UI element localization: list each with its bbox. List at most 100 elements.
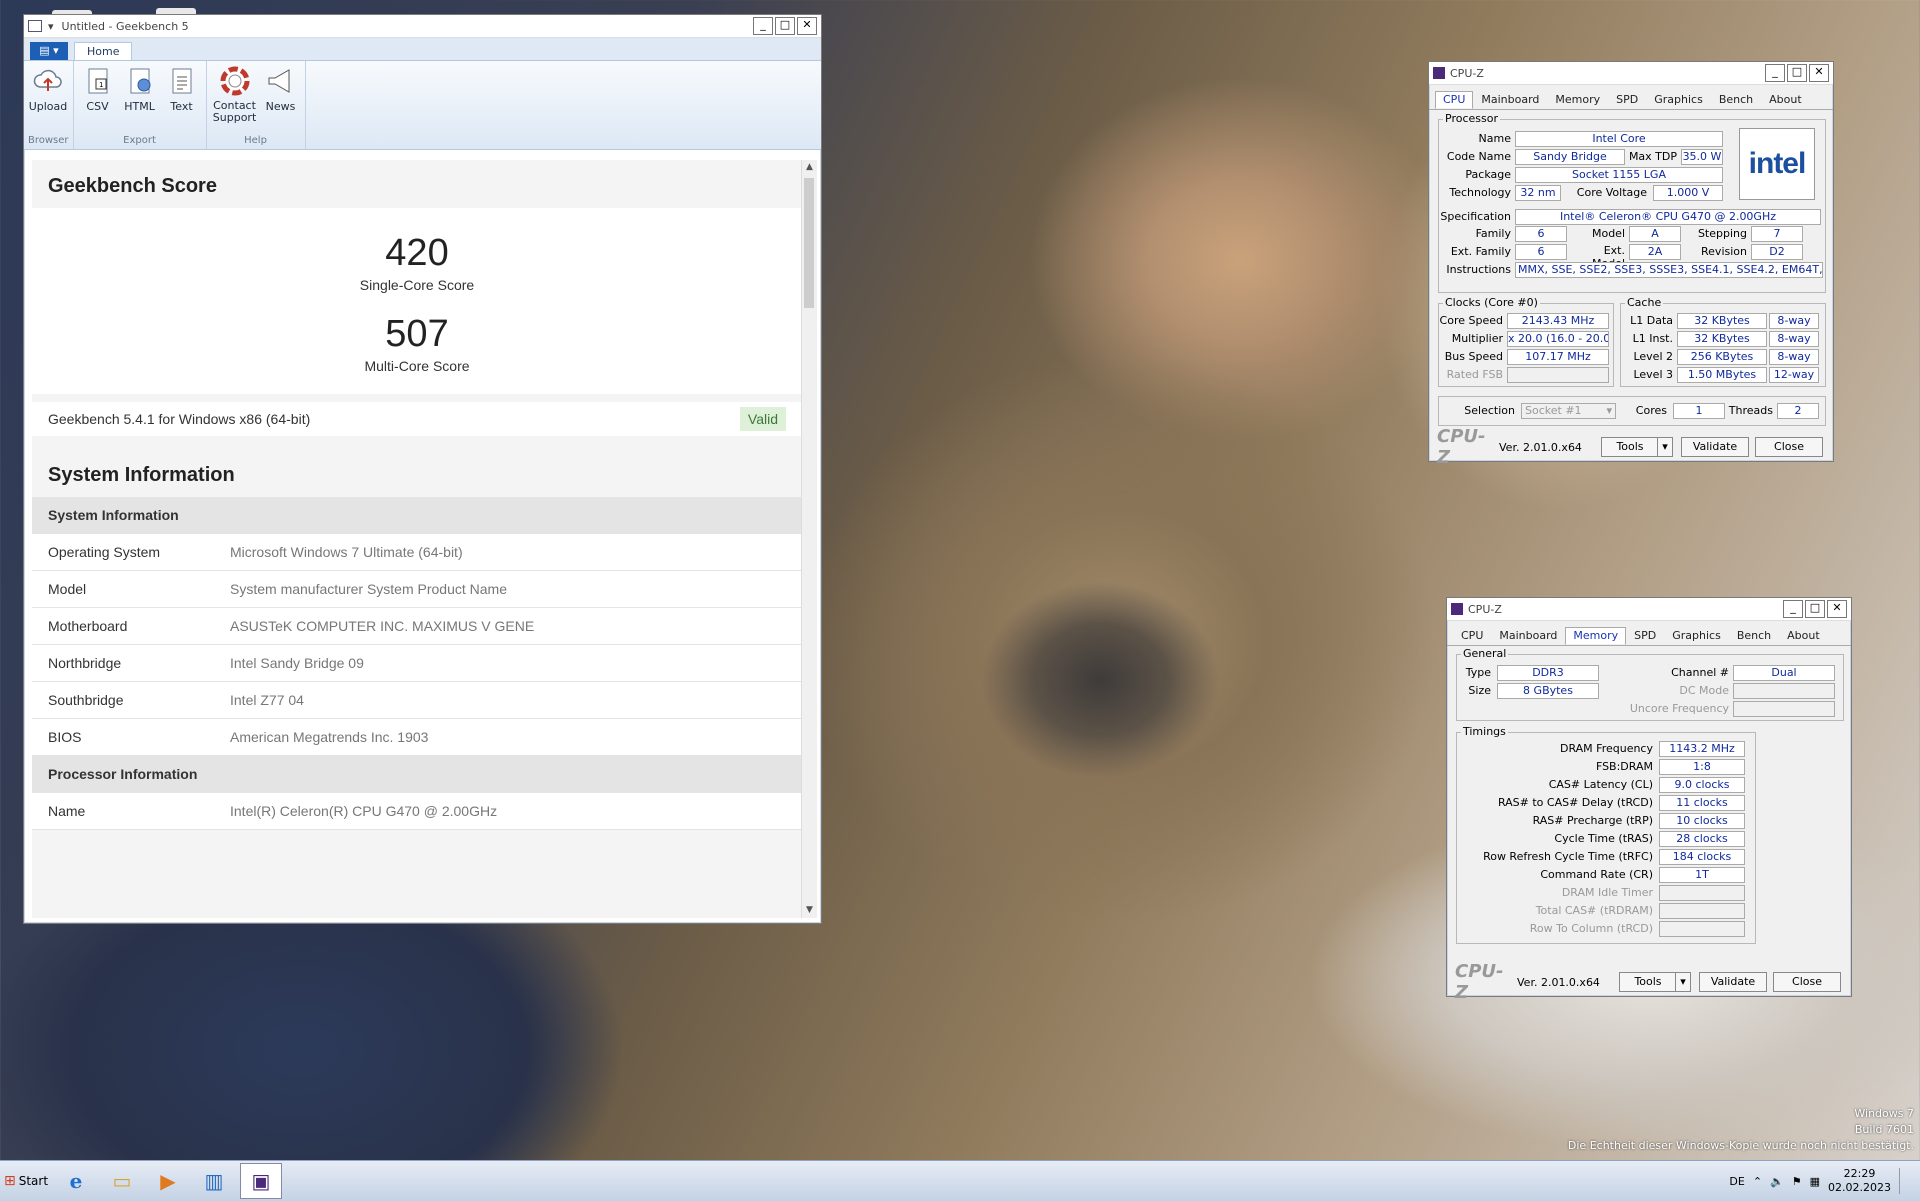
instructions-value: MMX, SSE, SSE2, SSE3, SSSE3, SSE4.1, SSE…: [1515, 262, 1823, 278]
show-hidden-icons-icon[interactable]: ⌃: [1753, 1175, 1762, 1188]
valid-badge: Valid: [739, 407, 786, 431]
flag-icon[interactable]: ⚑: [1792, 1175, 1802, 1188]
lifebuoy-icon: [220, 66, 250, 96]
stepping-label: Stepping: [1697, 227, 1747, 240]
sysinfo-heading: System Information: [48, 464, 235, 486]
revision-label: Revision: [1701, 245, 1747, 258]
title-bar[interactable]: ▾ Untitled - Geekbench 5 _ □ ✕: [24, 15, 821, 38]
geekbench-taskbar-icon[interactable]: ▥: [194, 1164, 234, 1198]
network-icon[interactable]: ▦: [1810, 1175, 1820, 1188]
close-button[interactable]: ✕: [797, 17, 817, 35]
clock[interactable]: 22:29 02.02.2023: [1828, 1167, 1891, 1195]
specification-label: Specification: [1440, 210, 1511, 223]
timing-label: RAS# to CAS# Delay (tRCD): [1497, 796, 1653, 809]
maximize-button[interactable]: □: [775, 17, 795, 35]
extfamily-value: 6: [1515, 244, 1567, 260]
clocks-legend: Clocks (Core #0): [1443, 296, 1540, 309]
windows-logo-icon: ⊞: [3, 1173, 16, 1189]
title-bar[interactable]: CPU-Z _ □ ✕: [1429, 62, 1833, 85]
start-label: Start: [18, 1174, 49, 1188]
clocks-group: Clocks (Core #0) Core Speed 2143.43 MHz …: [1438, 296, 1614, 387]
close-button[interactable]: Close: [1755, 437, 1823, 457]
validate-button[interactable]: Validate: [1699, 972, 1767, 992]
tab-bench[interactable]: Bench: [1729, 627, 1779, 645]
tab-spd[interactable]: SPD: [1626, 627, 1664, 645]
tab-about[interactable]: About: [1761, 91, 1810, 109]
row-key: Name: [48, 803, 86, 819]
html-button[interactable]: HTML: [120, 65, 160, 135]
upload-label: Upload: [28, 100, 68, 113]
tools-button[interactable]: Tools: [1619, 972, 1677, 992]
maximize-button[interactable]: □: [1805, 600, 1825, 618]
corespeed-label: Core Speed: [1439, 314, 1503, 327]
tab-home[interactable]: Home: [74, 42, 133, 60]
tab-spd[interactable]: SPD: [1608, 91, 1646, 109]
cpuz-taskbar-icon[interactable]: ▣: [240, 1163, 282, 1199]
maximize-button[interactable]: □: [1787, 64, 1807, 82]
media-player-icon[interactable]: ▶: [148, 1164, 188, 1198]
processor-row: Name Intel(R) Celeron(R) CPU G470 @ 2.00G…: [32, 793, 802, 830]
voltage-label: Core Voltage: [1576, 186, 1647, 199]
system-tray: DE ⌃ 🔈 ⚑ ▦ 22:29 02.02.2023: [1729, 1167, 1910, 1195]
language-indicator[interactable]: DE: [1729, 1175, 1744, 1188]
tab-mainboard[interactable]: Mainboard: [1491, 627, 1565, 645]
selection-label: Selection: [1464, 404, 1515, 417]
scroll-thumb[interactable]: [804, 178, 814, 308]
csv-button[interactable]: 1 CSV: [78, 65, 118, 135]
timing-label-disabled: DRAM Idle Timer: [1561, 886, 1653, 899]
quick-access-icon[interactable]: ▾: [48, 20, 54, 33]
results-pane[interactable]: Geekbench Score 420 Single-Core Score 50…: [32, 160, 802, 918]
processor-group: Processor Name Intel Core Code Name Sand…: [1438, 112, 1826, 293]
show-desktop-button[interactable]: [1899, 1168, 1910, 1194]
windows-watermark: Windows 7 Build 7601 Die Echtheit dieser…: [1568, 1106, 1914, 1154]
validate-button[interactable]: Validate: [1681, 437, 1749, 457]
tab-mainboard[interactable]: Mainboard: [1473, 91, 1547, 109]
news-button[interactable]: News: [261, 65, 301, 135]
tab-bench[interactable]: Bench: [1711, 91, 1761, 109]
scroll-up-arrow-icon[interactable]: ▲: [802, 160, 817, 175]
title-bar[interactable]: CPU-Z _ □ ✕: [1447, 598, 1851, 621]
row-value: Intel(R) Celeron(R) CPU G470 @ 2.00GHz: [230, 803, 498, 819]
tab-about[interactable]: About: [1779, 627, 1828, 645]
timing-value: 28 clocks: [1659, 831, 1745, 847]
row-value: Microsoft Windows 7 Ultimate (64-bit): [230, 544, 463, 560]
minimize-button[interactable]: _: [753, 17, 773, 35]
geekbench-window: ▾ Untitled - Geekbench 5 _ □ ✕ ▤ ▾ Home …: [23, 14, 822, 924]
tools-button[interactable]: Tools: [1601, 437, 1659, 457]
level3-value: 1.50 MBytes: [1677, 367, 1767, 383]
watermark-line: Build 7601: [1854, 1123, 1914, 1136]
cpuz-memory-window: CPU-Z _ □ ✕ CPU Mainboard Memory SPD Graphic…: [1446, 597, 1852, 1003]
volume-icon[interactable]: 🔈: [1770, 1175, 1784, 1188]
upload-button[interactable]: Upload: [28, 65, 68, 135]
tab-graphics[interactable]: Graphics: [1664, 627, 1729, 645]
scroll-down-arrow-icon[interactable]: ▼: [802, 903, 817, 918]
explorer-folder-icon[interactable]: ▭: [102, 1164, 142, 1198]
channel-value: Dual: [1733, 665, 1835, 681]
text-button[interactable]: Text: [162, 65, 202, 135]
close-button[interactable]: ✕: [1809, 64, 1829, 82]
tab-memory[interactable]: Memory: [1565, 627, 1627, 645]
l1inst-way: 8-way: [1769, 331, 1819, 347]
tools-dropdown-button[interactable]: ▾: [1675, 972, 1691, 992]
level3-label: Level 3: [1633, 368, 1673, 381]
tools-dropdown-button[interactable]: ▾: [1657, 437, 1673, 457]
uncore-frequency-label: Uncore Frequency: [1629, 702, 1729, 715]
app-menu-button[interactable]: ▤ ▾: [30, 42, 68, 60]
row-key: Operating System: [48, 544, 161, 560]
tab-graphics[interactable]: Graphics: [1646, 91, 1711, 109]
level2-label: Level 2: [1633, 350, 1673, 363]
tab-cpu[interactable]: CPU: [1453, 627, 1491, 645]
processor-legend: Processor: [1443, 112, 1500, 125]
socket-select[interactable]: Socket #1 ▾: [1521, 403, 1616, 419]
tab-cpu[interactable]: CPU: [1435, 91, 1474, 109]
tab-memory[interactable]: Memory: [1547, 91, 1608, 109]
threads-label: Threads: [1728, 404, 1773, 417]
close-button[interactable]: Close: [1773, 972, 1841, 992]
start-button[interactable]: ⊞ Start: [2, 1164, 50, 1198]
internet-explorer-icon[interactable]: e: [56, 1164, 96, 1198]
minimize-button[interactable]: _: [1783, 600, 1803, 618]
minimize-button[interactable]: _: [1765, 64, 1785, 82]
close-button[interactable]: ✕: [1827, 600, 1847, 618]
contact-support-button[interactable]: Contact Support: [211, 65, 259, 135]
vertical-scrollbar[interactable]: ▲ ▼: [801, 160, 817, 918]
